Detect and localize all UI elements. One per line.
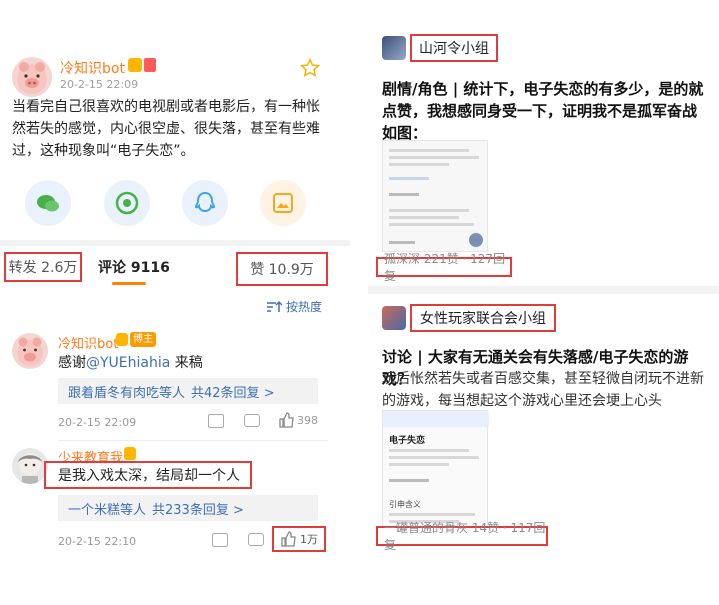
sort-icon (267, 300, 282, 312)
post-footer: 一罐普通的骨灰 14赞 · 117回复 (384, 521, 546, 552)
share-wechat-button[interactable] (25, 180, 71, 226)
thumbnail-subtitle: 引申含义 (389, 500, 421, 509)
sort-label: 按热度 (286, 300, 323, 314)
active-tab-indicator (112, 282, 146, 285)
post-thumbnail[interactable]: 电子失恋 引申含义 (382, 410, 489, 528)
comment-avatar[interactable] (12, 448, 48, 484)
section-divider (368, 286, 719, 294)
group-name: 女性玩家联合会小组 (420, 311, 546, 327)
post-footer: 孤深深 221赞 · 127回复 (384, 252, 506, 283)
comment-text: 感谢@YUEhiahia 来稿 (58, 352, 203, 372)
vip-crown-icon (124, 447, 136, 460)
vip-crown-icon (128, 58, 142, 72)
reply-summary[interactable]: 一个米糕等人 共233条回复 > (58, 495, 318, 521)
like-comment-button[interactable]: 1万 (272, 526, 326, 552)
thumbnail-title: 电子失恋 (389, 436, 426, 446)
comment-count: 评论 9116 (98, 260, 170, 276)
moments-icon (115, 191, 139, 215)
reply-comment-icon[interactable] (244, 414, 260, 427)
post-thumbnail[interactable] (382, 140, 488, 252)
thumbs-up-icon (281, 531, 296, 547)
comment-time: 20-2-15 22:09 (58, 416, 137, 429)
anime-avatar-icon (18, 453, 42, 484)
reply-count: 共42条回复 > (191, 385, 275, 401)
comment-text-box: 是我入戏太深，结局却一个人 (44, 461, 252, 489)
like-count-button[interactable]: 赞 10.9万 (236, 252, 328, 286)
group-name: 山河令小组 (419, 41, 489, 57)
post-body: 玩后怅然若失或者百感交集，甚至轻微自闭玩不进新的游戏，每当想起这个游戏心里还会埂… (382, 371, 704, 409)
comment-prefix: 感谢 (58, 355, 86, 371)
comment-author[interactable]: 冷知识bot (58, 333, 118, 352)
sort-by-heat-button[interactable]: 按热度 (266, 298, 322, 315)
author-avatar[interactable] (12, 57, 52, 97)
reply-count: 共233条回复 > (152, 502, 244, 518)
group-name-box[interactable]: 山河令小组 (410, 34, 498, 62)
comment-tab[interactable]: 评论 9116 (98, 252, 170, 282)
group-avatar[interactable] (382, 36, 406, 60)
comment-suffix: 来稿 (170, 355, 203, 371)
repost-count: 转发 2.6万 (8, 260, 78, 276)
comment-like-count: 398 (297, 413, 318, 427)
save-image-icon (273, 193, 293, 213)
divider (0, 240, 350, 246)
comment-time: 20-2-15 22:10 (58, 535, 137, 548)
post-footer-box: 一罐普通的骨灰 14赞 · 117回复 (376, 521, 548, 552)
share-moments-button[interactable] (104, 180, 150, 226)
repost-count-button[interactable]: 转发 2.6万 (4, 252, 82, 282)
post-content: 当看完自己很喜欢的电视剧或者电影后，有一种怅然若失的感觉，内心很空虚、很失落，甚… (12, 99, 320, 159)
repost-comment-icon[interactable] (208, 414, 224, 428)
wechat-icon (37, 195, 59, 212)
right-panel: 山河令小组 剧情/角色 | 统计下，电子失恋的有多少，是的就点赞，我想感同身受一… (368, 0, 719, 605)
reply-summary[interactable]: 跟着盾冬有肉吃等人 共42条回复 > (58, 378, 318, 404)
blogger-badge: 博主 (130, 332, 156, 347)
share-save-image-button[interactable] (260, 180, 306, 226)
group-name-box[interactable]: 女性玩家联合会小组 (410, 304, 556, 332)
qq-icon (194, 191, 216, 213)
post-author-name[interactable]: 冷知识bot (60, 58, 125, 78)
reply-users: 跟着盾冬有肉吃等人 (68, 385, 186, 401)
vip-crown-icon (116, 333, 128, 346)
comment-like-count: 1万 (300, 533, 318, 546)
post-footer-box: 孤深深 221赞 · 127回复 (376, 252, 512, 283)
reply-comment-icon[interactable] (248, 533, 264, 546)
comment-text: 是我入戏太深，结局却一个人 (58, 468, 240, 484)
share-qq-button[interactable] (182, 180, 228, 226)
comment-divider (58, 440, 328, 441)
thumbs-up-icon (279, 412, 294, 428)
pig-avatar-icon (17, 337, 43, 366)
comment-avatar[interactable] (12, 333, 48, 369)
left-panel: 冷知识bot 20-2-15 22:09 当看完自己很喜欢的电视剧或者电影后，有… (0, 0, 350, 605)
post-time: 20-2-15 22:09 (60, 78, 139, 91)
like-comment-button[interactable]: 398 (278, 412, 318, 428)
post-title[interactable]: 剧情/角色 | 统计下，电子失恋的有多少，是的就点赞，我想感同身受一下，证明我不… (382, 78, 712, 144)
pig-avatar-icon (17, 62, 47, 94)
reply-users: 一个米糕等人 (68, 502, 147, 518)
badge-icon (144, 58, 156, 72)
favorite-star-icon[interactable] (299, 57, 321, 78)
repost-comment-icon[interactable] (212, 533, 228, 547)
like-count: 赞 10.9万 (250, 262, 314, 278)
mention-link[interactable]: @YUEhiahia (86, 355, 170, 371)
group-avatar[interactable] (382, 306, 406, 330)
